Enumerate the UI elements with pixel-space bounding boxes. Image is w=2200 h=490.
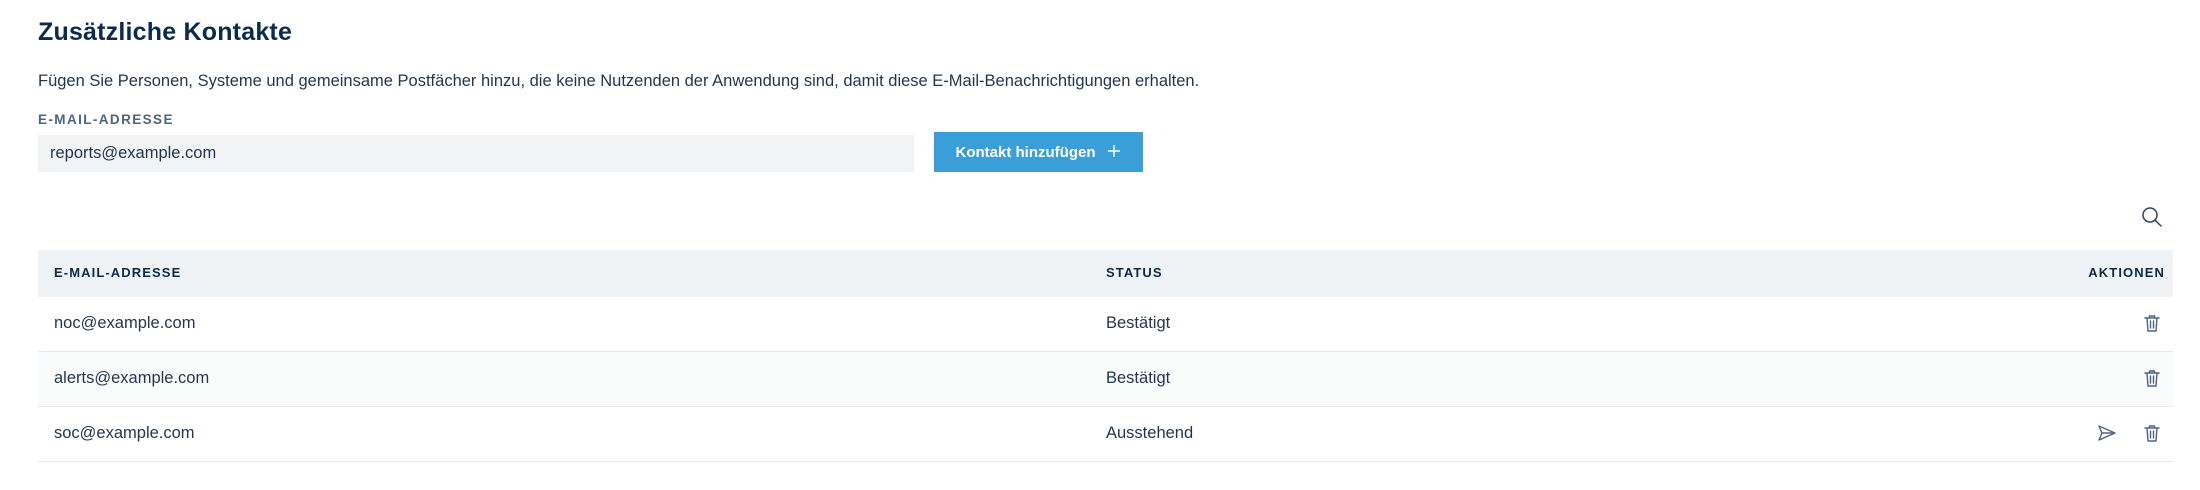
row-email: soc@example.com (54, 424, 195, 442)
table-row: soc@example.com Ausstehend (38, 407, 2173, 462)
table-header: E-MAIL-ADRESSE STATUS AKTIONEN (38, 250, 2173, 297)
email-field[interactable] (38, 135, 914, 172)
column-header-status[interactable]: STATUS (1106, 265, 1163, 280)
row-status: Ausstehend (1106, 424, 1194, 442)
table-row: alerts@example.com Bestätigt (38, 352, 2173, 407)
row-email: alerts@example.com (54, 369, 210, 387)
add-contact-button-label: Kontakt hinzufügen (955, 143, 1096, 161)
column-header-actions: AKTIONEN (2088, 265, 2165, 280)
contacts-table: E-MAIL-ADRESSE STATUS AKTIONEN noc@examp… (38, 250, 2173, 462)
add-contact-button[interactable]: Kontakt hinzufügen (934, 132, 1143, 172)
plus-icon (1107, 144, 1121, 158)
send-icon[interactable] (2096, 422, 2118, 444)
trash-icon[interactable] (2141, 422, 2163, 444)
trash-icon[interactable] (2141, 367, 2163, 389)
row-status: Bestätigt (1106, 314, 1171, 332)
trash-icon[interactable] (2141, 312, 2163, 334)
row-status: Bestätigt (1106, 369, 1171, 387)
email-field-label: E-MAIL-ADRESSE (38, 112, 174, 127)
search-icon[interactable] (2140, 205, 2164, 229)
page-description: Fügen Sie Personen, Systeme und gemeinsa… (38, 72, 1200, 90)
table-row: noc@example.com Bestätigt (38, 297, 2173, 352)
page-title: Zusätzliche Kontakte (38, 18, 293, 46)
row-email: noc@example.com (54, 314, 196, 332)
column-header-email[interactable]: E-MAIL-ADRESSE (54, 265, 181, 280)
additional-contacts-panel: Zusätzliche Kontakte Fügen Sie Personen,… (0, 0, 2200, 490)
